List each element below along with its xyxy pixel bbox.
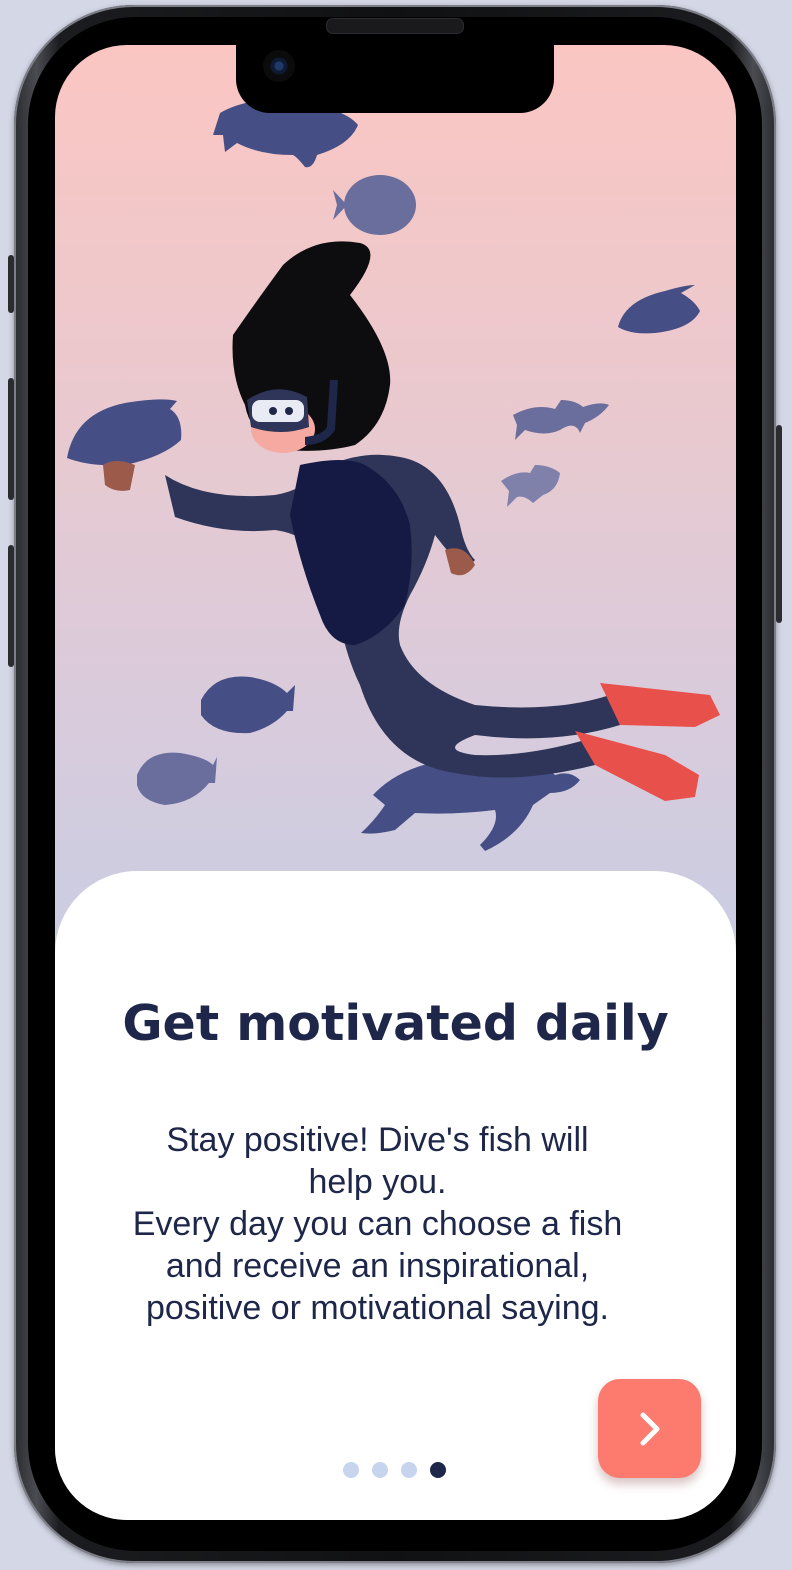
description-line: help you. xyxy=(308,1163,447,1201)
description-text: Stay positive! Dive's fish will help you… xyxy=(110,1119,645,1329)
page-dot xyxy=(401,1462,417,1478)
diver-illustration xyxy=(67,100,720,851)
volume-down-button xyxy=(8,545,14,667)
description-line: Stay positive! Dive's fish will xyxy=(166,1121,589,1159)
onboarding-screen: Get motivated daily Stay positive! Dive'… xyxy=(55,45,736,1520)
page-title: Get motivated daily xyxy=(122,995,669,1052)
content-card: Get motivated daily Stay positive! Dive'… xyxy=(55,871,736,1520)
front-camera xyxy=(263,50,295,82)
description-line: Every day you can choose a fish xyxy=(132,1205,623,1243)
fish-icon xyxy=(618,285,700,334)
page-dot xyxy=(372,1462,388,1478)
mute-switch xyxy=(8,255,14,313)
next-button[interactable] xyxy=(598,1379,701,1478)
volume-up-button xyxy=(8,378,14,500)
power-button xyxy=(776,425,782,623)
page-dot-active xyxy=(430,1462,446,1478)
fish-icon xyxy=(137,752,217,805)
chevron-right-icon xyxy=(640,1412,659,1445)
fish-icon xyxy=(333,175,416,235)
earpiece-speaker xyxy=(326,18,464,34)
fish-icon xyxy=(513,400,609,440)
fish-icon xyxy=(501,465,560,507)
description-line: and receive an inspirational, xyxy=(165,1247,590,1285)
description-line: positive or motivational saying. xyxy=(145,1289,609,1327)
page-dot xyxy=(343,1462,359,1478)
page-indicator xyxy=(343,1462,446,1478)
fish-icon xyxy=(67,399,182,466)
fish-icon xyxy=(201,676,295,734)
